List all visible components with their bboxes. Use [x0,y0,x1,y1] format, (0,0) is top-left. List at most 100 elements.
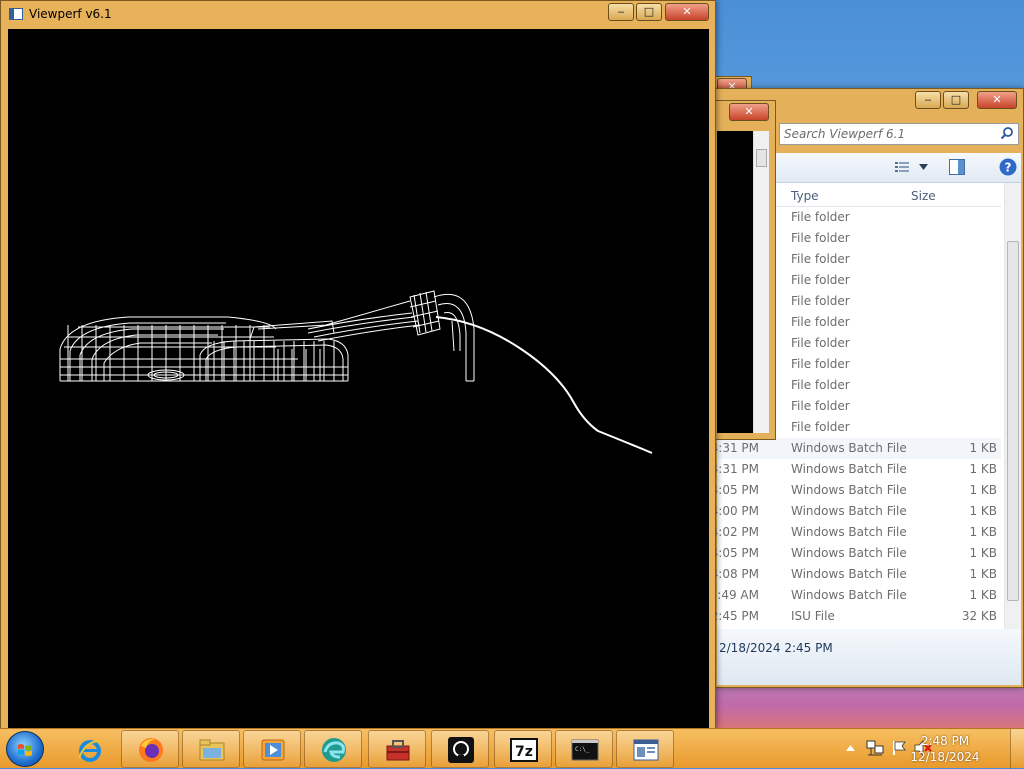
row-type: File folder [791,399,850,413]
row-type: Windows Batch File [791,567,907,581]
show-hidden-icons-icon[interactable] [846,745,855,751]
chevron-down-icon[interactable] [919,164,928,170]
row-type: Windows Batch File [791,462,907,476]
network-icon[interactable] [866,740,884,756]
row-size: 1 KB [969,588,997,602]
row-size: 1 KB [969,525,997,539]
window-app-icon[interactable] [9,8,23,20]
row-size: 1 KB [969,441,997,455]
maximize-button[interactable]: □ [636,3,662,21]
svg-text:7z: 7z [515,744,533,760]
seven-zip-icon: 7z [510,738,538,762]
clock-date: 12/18/2024 [910,750,980,764]
view-options-icon[interactable] [895,161,909,174]
close-button[interactable]: ✕ [665,3,709,21]
internet-explorer-icon [78,739,103,762]
svg-text:?: ? [1005,161,1012,175]
file-list-row[interactable]: 24 2:45 PM ISU File 32 KB [692,606,1001,627]
file-list-row[interactable]: 98 7:49 AM Windows Batch File 1 KB [691,585,1001,606]
firefox-icon [139,738,163,762]
explorer-maximize-button[interactable]: □ [943,91,969,109]
row-type: File folder [791,378,850,392]
taskbar: 7z C:\_ 2:48 PM 12/18/2024 [0,728,1024,769]
viewperf-window: Viewperf v6.1 ‒ □ ✕ [0,0,716,731]
column-header-type[interactable]: Type [791,189,819,203]
row-size: 1 KB [969,483,997,497]
taskbar-command-prompt[interactable]: C:\_ [555,730,613,768]
file-list-row[interactable]: 98 4:00 PM Windows Batch File 1 KB [692,501,1001,522]
row-type: File folder [791,420,850,434]
clock-time: 2:48 PM [920,734,970,748]
row-type: Windows Batch File [791,441,907,455]
search-input[interactable]: Search Viewperf 6.1 [779,123,1019,145]
file-list-row[interactable]: 98 4:08 PM Windows Batch File 1 KB [692,564,1001,585]
vertical-scrollbar[interactable] [1004,183,1021,629]
file-list-row[interactable]: 98 4:05 PM Windows Batch File 1 KB [692,480,1001,501]
file-explorer-icon [199,739,225,761]
file-list-row[interactable]: 98 4:02 PM Windows Batch File 1 KB [692,522,1001,543]
action-center-flag-icon[interactable] [891,740,907,756]
show-desktop-button[interactable] [1010,729,1024,769]
row-size: 1 KB [969,546,997,560]
explorer-close-button[interactable]: ✕ [977,91,1017,109]
taskbar-internet-explorer[interactable] [60,730,118,768]
column-header-size[interactable]: Size [911,189,936,203]
details-pane: 2/18/2024 2:45 PM [717,629,1021,685]
console-close-button[interactable]: ✕ [729,103,769,121]
start-button[interactable] [6,731,44,767]
row-type: File folder [791,231,850,245]
row-type: ISU File [791,609,835,623]
row-size: 1 KB [969,504,997,518]
row-size: 32 KB [961,609,997,623]
row-type: File folder [791,273,850,287]
search-icon[interactable] [1000,126,1014,140]
console-screen[interactable] [717,131,753,433]
scrollbar-thumb[interactable] [1007,241,1019,601]
row-type: File folder [791,210,850,224]
taskbar-firefox[interactable] [121,730,179,768]
taskbar-media-player[interactable] [243,730,301,768]
minimize-button[interactable]: ‒ [608,3,634,21]
taskbar-edge[interactable] [304,730,362,768]
render-canvas[interactable] [8,29,709,731]
row-type: Windows Batch File [791,588,907,602]
row-size: 1 KB [969,462,997,476]
windows-logo-icon [18,744,32,756]
wireframe-model [59,290,653,454]
file-list-row[interactable]: 98 4:31 PM Windows Batch File 1 KB [692,459,1001,480]
toolbox-icon [386,740,410,761]
system-clock[interactable]: 2:48 PM 12/18/2024 [910,733,980,765]
explorer-minimize-button[interactable]: ‒ [915,91,941,109]
row-size: 1 KB [969,567,997,581]
taskbar-github[interactable] [431,730,489,768]
row-type: File folder [791,252,850,266]
console-scrollbar[interactable] [753,131,769,433]
row-type: Windows Batch File [791,504,907,518]
viewperf-app-icon [633,739,659,761]
github-icon [448,737,474,763]
row-type: File folder [791,357,850,371]
taskbar-file-explorer[interactable] [182,730,240,768]
svg-text:C:\_: C:\_ [575,746,590,753]
file-list-row[interactable]: 98 4:31 PM Windows Batch File 1 KB [692,438,1001,459]
row-type: Windows Batch File [791,525,907,539]
console-scrollbar-thumb[interactable] [756,149,767,167]
details-date-modified: 2/18/2024 2:45 PM [719,641,833,655]
command-prompt-icon: C:\_ [571,739,599,761]
row-type: File folder [791,294,850,308]
taskbar-7zip[interactable]: 7z [494,730,552,768]
row-type: File folder [791,336,850,350]
window-title: Viewperf v6.1 [29,7,112,21]
row-type: File folder [791,315,850,329]
preview-pane-icon[interactable] [949,159,965,175]
edge-icon [322,738,346,762]
console-window: ✕ [712,100,776,440]
taskbar-toolbox[interactable] [368,730,426,768]
row-type: Windows Batch File [791,546,907,560]
help-icon[interactable]: ? [999,158,1017,176]
file-list-row[interactable]: 98 4:05 PM Windows Batch File 1 KB [692,543,1001,564]
media-player-icon [261,739,285,761]
taskbar-viewperf[interactable] [616,730,674,768]
row-type: Windows Batch File [791,483,907,497]
search-placeholder: Search Viewperf 6.1 [784,127,906,141]
